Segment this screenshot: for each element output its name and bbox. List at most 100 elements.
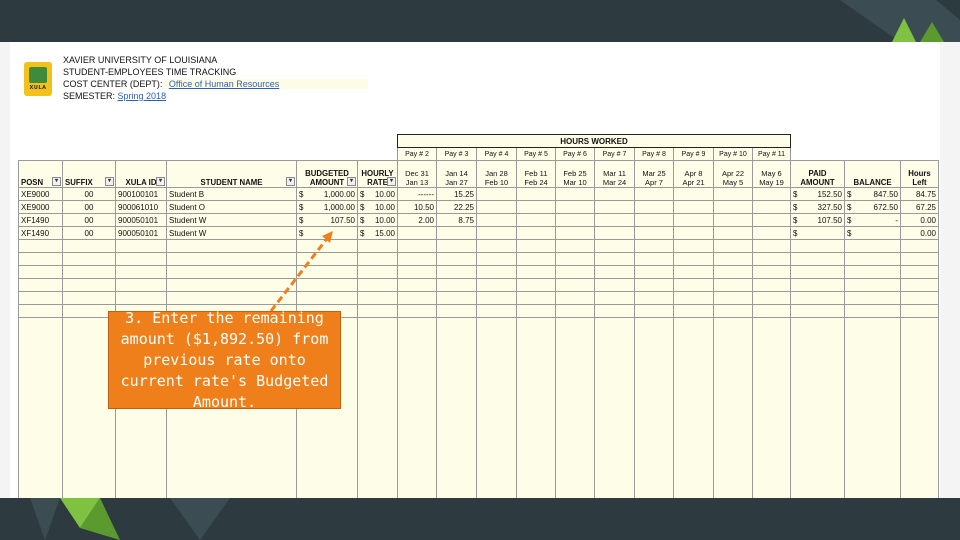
- empty-cell[interactable]: [790, 291, 845, 305]
- cell-hours[interactable]: [476, 213, 517, 227]
- cell-hours-left[interactable]: 0.00: [900, 226, 939, 240]
- cell-suffix[interactable]: 00: [62, 226, 116, 240]
- empty-cell[interactable]: [555, 265, 595, 279]
- cell-hours[interactable]: [594, 200, 635, 214]
- empty-cell[interactable]: [476, 304, 517, 318]
- cell-hours[interactable]: [516, 187, 556, 201]
- empty-cell[interactable]: [634, 252, 674, 266]
- empty-cell[interactable]: [357, 239, 398, 253]
- empty-cell[interactable]: [18, 278, 63, 292]
- cell-hours[interactable]: 8.75: [436, 213, 477, 227]
- filter-dropdown-icon[interactable]: ▾: [347, 177, 356, 186]
- empty-cell[interactable]: [673, 278, 714, 292]
- empty-cell[interactable]: [673, 317, 714, 498]
- empty-cell[interactable]: [436, 239, 477, 253]
- empty-cell[interactable]: [516, 317, 556, 498]
- cost-center-value[interactable]: Office of Human Resources: [169, 79, 279, 89]
- empty-cell[interactable]: [296, 278, 358, 292]
- empty-cell[interactable]: [18, 265, 63, 279]
- cell-hours[interactable]: [555, 226, 595, 240]
- empty-cell[interactable]: [594, 239, 635, 253]
- empty-cell[interactable]: [516, 291, 556, 305]
- cell-hours[interactable]: [634, 226, 674, 240]
- cell-budgeted-amount[interactable]: $1,000.00: [296, 200, 358, 214]
- cell-paid-amount[interactable]: $327.50: [790, 200, 845, 214]
- cell-suffix[interactable]: 00: [62, 213, 116, 227]
- empty-cell[interactable]: [397, 265, 437, 279]
- empty-cell[interactable]: [476, 317, 517, 498]
- cell-hours[interactable]: [436, 226, 477, 240]
- cell-hours[interactable]: [752, 226, 791, 240]
- empty-cell[interactable]: [18, 291, 63, 305]
- empty-cell[interactable]: [752, 239, 791, 253]
- empty-cell[interactable]: [844, 239, 901, 253]
- empty-cell[interactable]: [790, 252, 845, 266]
- cell-suffix[interactable]: 00: [62, 187, 116, 201]
- empty-cell[interactable]: [476, 265, 517, 279]
- empty-cell[interactable]: [357, 265, 398, 279]
- empty-cell[interactable]: [844, 265, 901, 279]
- empty-cell[interactable]: [397, 239, 437, 253]
- cell-hours[interactable]: [555, 187, 595, 201]
- empty-cell[interactable]: [844, 278, 901, 292]
- empty-cell[interactable]: [115, 291, 167, 305]
- empty-cell[interactable]: [516, 304, 556, 318]
- empty-cell[interactable]: [18, 239, 63, 253]
- cell-xula-id[interactable]: 900050101: [115, 226, 167, 240]
- semester-value[interactable]: Spring 2018: [118, 91, 167, 101]
- cell-hours[interactable]: [634, 213, 674, 227]
- filter-dropdown-icon[interactable]: ▾: [387, 177, 396, 186]
- empty-cell[interactable]: [790, 265, 845, 279]
- empty-cell[interactable]: [752, 317, 791, 498]
- empty-cell[interactable]: [436, 317, 477, 498]
- cell-hours[interactable]: [752, 213, 791, 227]
- cell-hours[interactable]: [516, 226, 556, 240]
- empty-cell[interactable]: [634, 304, 674, 318]
- cell-balance[interactable]: $ -: [844, 213, 901, 227]
- cell-paid-amount[interactable]: $107.50: [790, 213, 845, 227]
- empty-cell[interactable]: [516, 265, 556, 279]
- cell-hours[interactable]: [555, 200, 595, 214]
- cell-student-name[interactable]: Student W: [166, 213, 297, 227]
- cell-budgeted-amount[interactable]: $: [296, 226, 358, 240]
- cell-hours[interactable]: [594, 213, 635, 227]
- empty-cell[interactable]: [673, 239, 714, 253]
- empty-cell[interactable]: [555, 291, 595, 305]
- empty-cell[interactable]: [62, 278, 116, 292]
- cell-student-name[interactable]: Student B: [166, 187, 297, 201]
- cell-hourly-rate[interactable]: $10.00: [357, 213, 398, 227]
- empty-cell[interactable]: [790, 317, 845, 498]
- cell-hours[interactable]: [713, 187, 753, 201]
- empty-cell[interactable]: [397, 278, 437, 292]
- empty-cell[interactable]: [436, 304, 477, 318]
- empty-cell[interactable]: [900, 304, 939, 318]
- empty-cell[interactable]: [634, 239, 674, 253]
- cell-hours-left[interactable]: 67.25: [900, 200, 939, 214]
- empty-cell[interactable]: [713, 239, 753, 253]
- cell-hours-left[interactable]: 0.00: [900, 213, 939, 227]
- filter-dropdown-icon[interactable]: ▾: [286, 177, 295, 186]
- empty-cell[interactable]: [476, 252, 517, 266]
- empty-cell[interactable]: [594, 317, 635, 498]
- cell-hours[interactable]: [594, 226, 635, 240]
- cell-paid-amount[interactable]: $: [790, 226, 845, 240]
- cell-posn[interactable]: XF1490: [18, 226, 63, 240]
- cell-hours[interactable]: [594, 187, 635, 201]
- empty-cell[interactable]: [115, 265, 167, 279]
- empty-cell[interactable]: [752, 265, 791, 279]
- empty-cell[interactable]: [516, 239, 556, 253]
- cell-hours[interactable]: 2.00: [397, 213, 437, 227]
- cell-hourly-rate[interactable]: $10.00: [357, 200, 398, 214]
- empty-cell[interactable]: [397, 291, 437, 305]
- empty-cell[interactable]: [752, 278, 791, 292]
- empty-cell[interactable]: [594, 278, 635, 292]
- empty-cell[interactable]: [594, 304, 635, 318]
- empty-cell[interactable]: [713, 304, 753, 318]
- empty-cell[interactable]: [634, 317, 674, 498]
- empty-cell[interactable]: [397, 252, 437, 266]
- empty-cell[interactable]: [634, 278, 674, 292]
- cell-hours[interactable]: 22.25: [436, 200, 477, 214]
- empty-cell[interactable]: [476, 239, 517, 253]
- empty-cell[interactable]: [752, 304, 791, 318]
- empty-cell[interactable]: [115, 278, 167, 292]
